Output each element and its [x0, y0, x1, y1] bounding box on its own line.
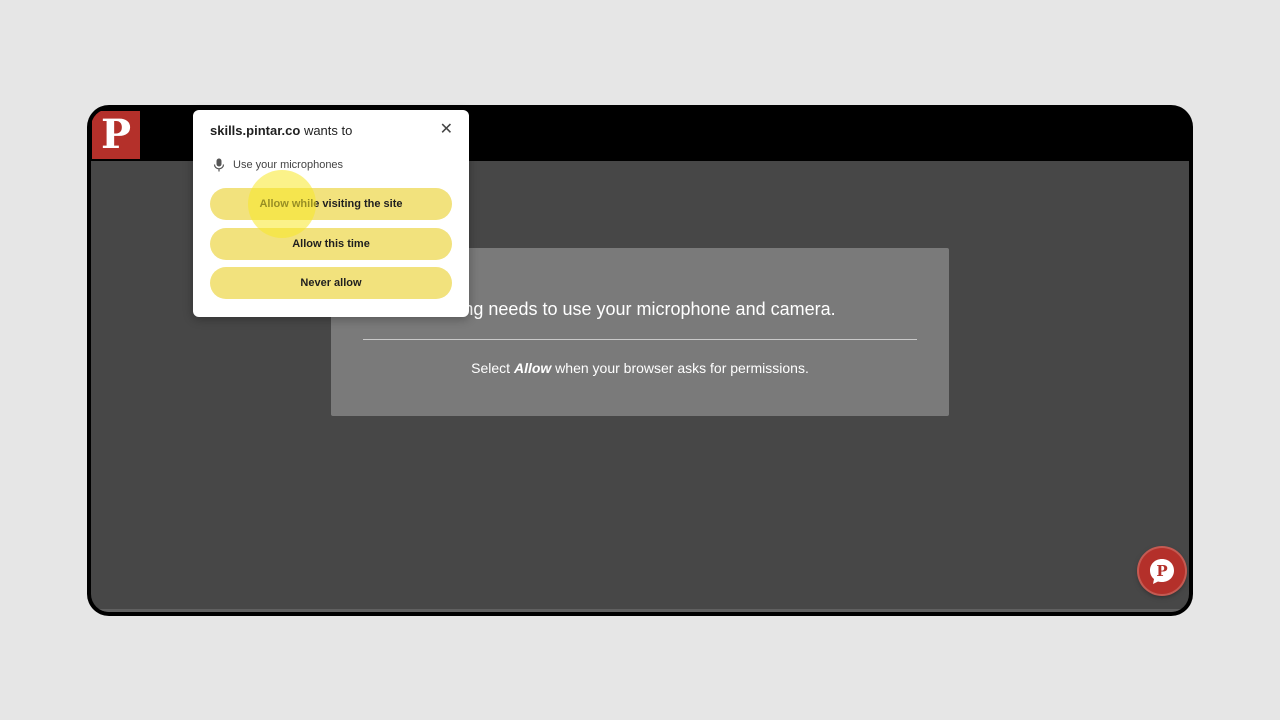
- notice-instruction: Select Allow when your browser asks for …: [331, 360, 949, 376]
- permission-request: Use your microphones: [213, 158, 343, 172]
- bottom-strip: [91, 609, 1189, 612]
- chat-button[interactable]: P: [1139, 548, 1185, 594]
- popup-title: skills.pintar.co wants to: [210, 123, 352, 138]
- never-allow-button[interactable]: Never allow: [210, 267, 452, 299]
- popup-wants-to: wants to: [300, 123, 353, 138]
- allow-while-visiting-button[interactable]: Allow while visiting the site: [210, 188, 452, 220]
- allow-this-time-button[interactable]: Allow this time: [210, 228, 452, 260]
- instruction-before: Select: [471, 360, 514, 376]
- chat-logo-icon: P: [1150, 559, 1174, 584]
- svg-text:P: P: [1156, 562, 1167, 580]
- notice-divider: [363, 339, 917, 340]
- close-icon[interactable]: ✕: [440, 122, 453, 138]
- popup-site: skills.pintar.co: [210, 123, 301, 138]
- permission-popup: skills.pintar.co wants to ✕ Use your mic…: [193, 110, 469, 317]
- app-logo[interactable]: P: [92, 111, 140, 159]
- permission-label: Use your microphones: [233, 159, 344, 171]
- instruction-after: when your browser asks for permissions.: [551, 360, 809, 376]
- instruction-allow-emphasis: Allow: [513, 360, 552, 376]
- microphone-icon: [213, 158, 225, 172]
